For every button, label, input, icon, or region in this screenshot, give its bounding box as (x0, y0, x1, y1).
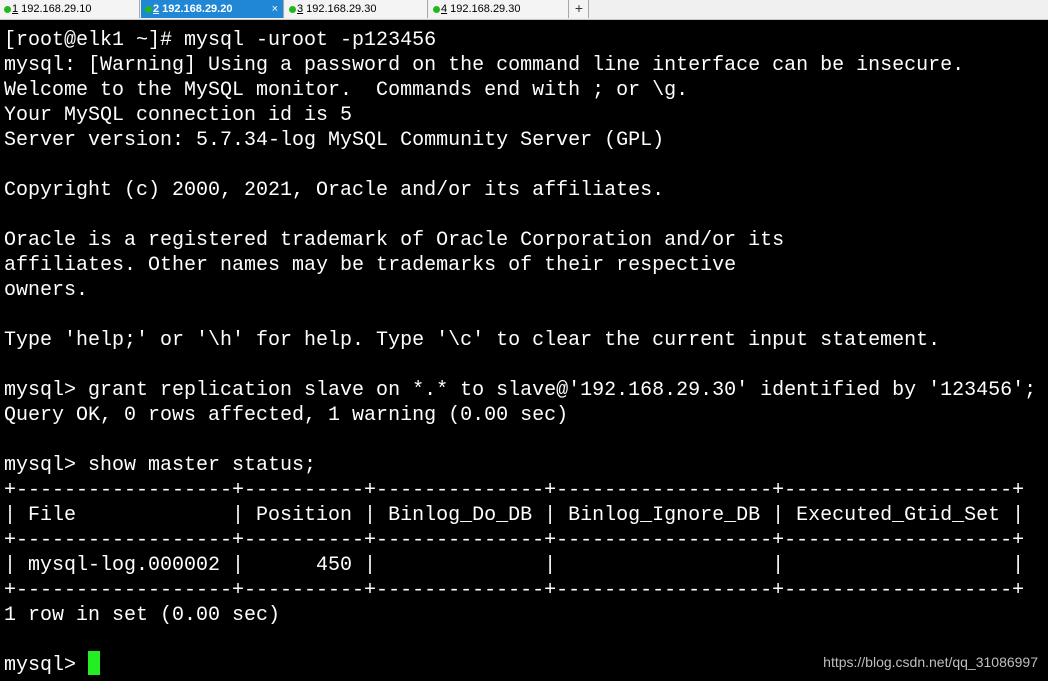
terminal-line: mysql> grant replication slave on *.* to… (4, 379, 1037, 402)
table-header-row: | File | Position | Binlog_Do_DB | Binlo… (4, 504, 1025, 527)
terminal-line: affiliates. Other names may be trademark… (4, 254, 737, 277)
table-border-line: +------------------+----------+---------… (4, 579, 1025, 602)
table-border-line: +------------------+----------+---------… (4, 529, 1025, 552)
session-tab-bar: 1 192.168.29.10 2 192.168.29.20 × 3 192.168… (0, 0, 1048, 20)
tab-host: 192.168.29.30 (450, 3, 521, 15)
terminal-line: owners. (4, 279, 89, 302)
close-tab-icon[interactable]: × (272, 0, 278, 18)
connected-status-icon (289, 6, 296, 13)
terminal-line: mysql: [Warning] Using a password on the… (4, 54, 965, 77)
tab-session-4[interactable]: 4 192.168.29.30 (429, 0, 569, 18)
tab-session-3[interactable]: 3 192.168.29.30 (285, 0, 428, 18)
terminal-output[interactable]: [root@elk1 ~]# mysql -uroot -p123456 mys… (0, 28, 1048, 681)
tab-host: 192.168.29.30 (306, 3, 377, 15)
tab-number: 3 (297, 3, 304, 15)
terminal-line: [root@elk1 ~]# mysql -uroot -p123456 (4, 29, 437, 52)
terminal-line: 1 row in set (0.00 sec) (4, 604, 281, 627)
table-border-line: +------------------+----------+---------… (4, 479, 1025, 502)
terminal-line: Server version: 5.7.34-log MySQL Communi… (4, 129, 665, 152)
connected-status-icon (145, 6, 152, 13)
tab-number: 1 (12, 3, 19, 15)
terminal-line: mysql> show master status; (4, 454, 317, 477)
tab-number: 4 (441, 3, 448, 15)
tab-session-1[interactable]: 1 192.168.29.10 (0, 0, 140, 18)
new-tab-button[interactable]: + (570, 0, 589, 18)
terminal-line: Your MySQL connection id is 5 (4, 104, 353, 127)
tab-session-2[interactable]: 2 192.168.29.20 × (141, 0, 284, 18)
table-row: | mysql-log.000002 | 450 | | | | (4, 554, 1025, 577)
terminal-cursor (88, 651, 100, 675)
terminal-line: Oracle is a registered trademark of Orac… (4, 229, 785, 252)
terminal-window: 1 192.168.29.10 2 192.168.29.20 × 3 192.168… (0, 0, 1048, 681)
terminal-line: Type 'help;' or '\h' for help. Type '\c'… (4, 329, 941, 352)
connected-status-icon (433, 6, 440, 13)
connected-status-icon (4, 6, 11, 13)
terminal-line: Welcome to the MySQL monitor. Commands e… (4, 79, 689, 102)
terminal-line: Copyright (c) 2000, 2021, Oracle and/or … (4, 179, 665, 202)
tab-host: 192.168.29.10 (21, 3, 92, 15)
mysql-prompt: mysql> (4, 654, 89, 677)
terminal-line: Query OK, 0 rows affected, 1 warning (0.… (4, 404, 569, 427)
tab-host: 192.168.29.20 (162, 3, 233, 15)
watermark-url: https://blog.csdn.net/qq_31086997 (823, 654, 1038, 670)
tab-number: 2 (153, 3, 160, 15)
